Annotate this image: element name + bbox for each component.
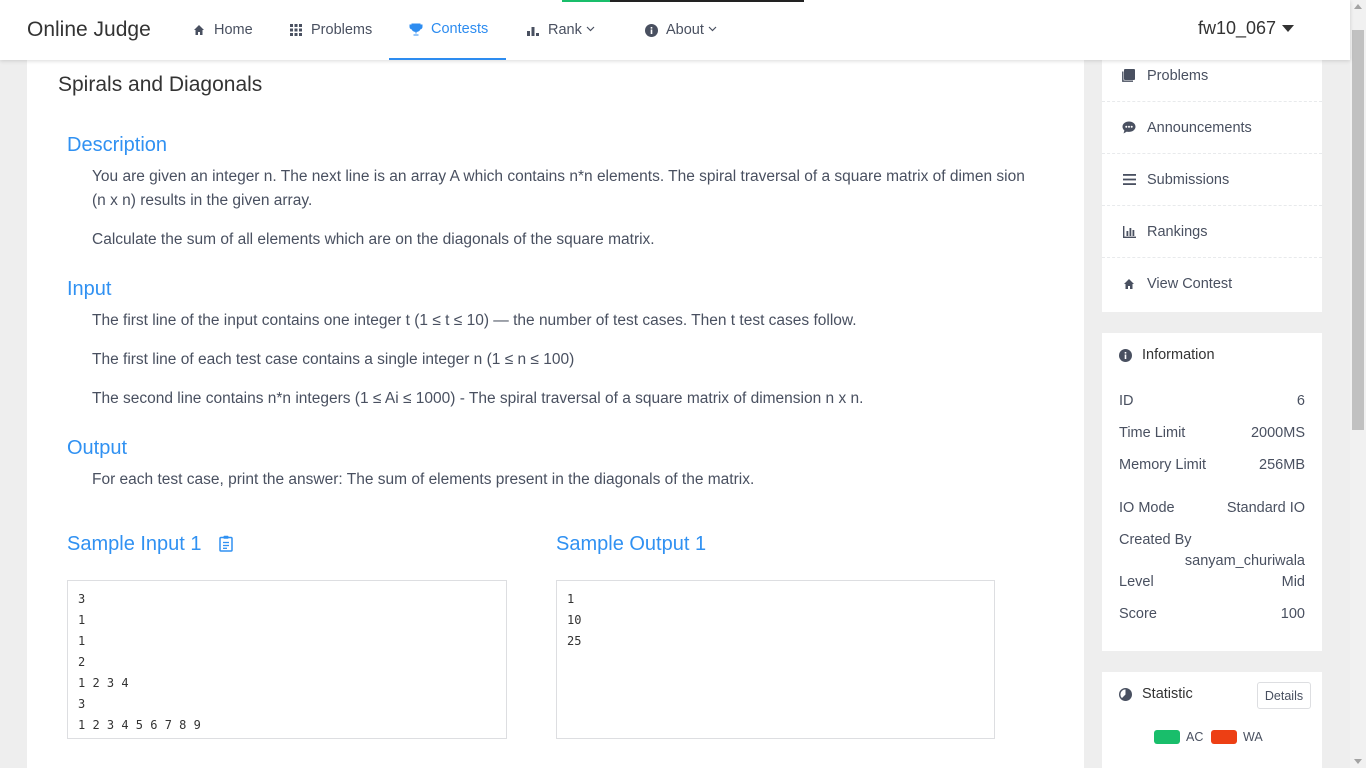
- output-heading: Output: [67, 437, 128, 459]
- trophy-icon: [407, 23, 425, 36]
- input-paragraph: The second line contains n*n integers (1…: [92, 390, 864, 407]
- scrollbar-thumb[interactable]: [1352, 30, 1364, 430]
- info-key: IO Mode: [1119, 500, 1175, 516]
- sample-input-box[interactable]: 3 1 1 2 1 2 3 4 3 1 2 3 4 5 6 7 8 9: [67, 580, 507, 739]
- legend-swatch: [1211, 730, 1237, 744]
- nav-contests[interactable]: Contests: [389, 0, 506, 60]
- info-value: 100: [1280, 606, 1305, 622]
- info-icon: [642, 23, 660, 37]
- sample-output-line: 25: [567, 634, 582, 648]
- top-navbar: Online Judge Home Problems Contests Rank…: [0, 0, 1350, 60]
- home-icon: [1121, 278, 1137, 290]
- nav-home-label: Home: [214, 22, 253, 38]
- list-icon: [1121, 174, 1137, 185]
- info-key: Time Limit: [1119, 425, 1186, 441]
- legend-label: WA: [1243, 730, 1263, 744]
- sample-input-line: 3: [78, 592, 86, 606]
- site-logo[interactable]: Online Judge: [27, 18, 151, 42]
- bar-chart-icon: [524, 24, 542, 36]
- menu-item-label: Problems: [1147, 67, 1209, 84]
- nav-about[interactable]: About: [642, 0, 717, 60]
- clipboard-icon[interactable]: [219, 535, 233, 558]
- problem-panel: Spirals and Diagonals Description You ar…: [27, 60, 1084, 768]
- sample-input-line: 2: [78, 655, 86, 669]
- legend-swatch: [1154, 730, 1180, 744]
- menu-item-submissions[interactable]: Submissions: [1102, 154, 1322, 206]
- nav-rank[interactable]: Rank: [524, 0, 595, 60]
- description-paragraph: You are given an integer n. The next lin…: [92, 168, 1025, 209]
- legend-label: AC: [1186, 730, 1204, 744]
- info-value: 2000MS: [1250, 425, 1305, 441]
- sample-input-line: 1: [78, 634, 86, 648]
- menu-item-announcements[interactable]: Announcements: [1102, 102, 1322, 154]
- chat-icon: [1121, 121, 1137, 134]
- info-value: Standard IO: [1226, 500, 1305, 516]
- details-button[interactable]: Details: [1257, 682, 1311, 709]
- menu-item-label: View Contest: [1147, 276, 1233, 292]
- menu-item-rankings[interactable]: Rankings: [1102, 206, 1322, 258]
- information-heading: Information: [1142, 347, 1215, 363]
- sample-input-line: 1 2 3 4 5 6 7 8 9: [78, 718, 201, 732]
- menu-item-label: Submissions: [1147, 171, 1230, 188]
- info-value: Mid: [1281, 574, 1305, 590]
- user-menu[interactable]: fw10_067: [1198, 18, 1295, 39]
- input-paragraph: The first line of each test case contain…: [92, 351, 575, 368]
- information-card: Information ID 6 Time Limit 2000MS Memor…: [1102, 333, 1322, 651]
- grid-icon: [287, 24, 305, 36]
- nav-about-label: About: [666, 22, 704, 38]
- sample-input-heading: Sample Input 1: [67, 533, 202, 555]
- legend-item-wa[interactable]: WA: [1211, 730, 1263, 744]
- scroll-up-arrow-icon[interactable]: [1354, 4, 1362, 9]
- info-key: ID: [1119, 393, 1134, 409]
- chevron-down-icon: [708, 24, 717, 34]
- output-paragraph: For each test case, print the answer: Th…: [92, 471, 755, 488]
- statistic-header: Statistic: [1119, 686, 1193, 702]
- information-header: Information: [1119, 347, 1215, 363]
- sample-input-header: Sample Input 1: [67, 533, 233, 558]
- menu-item-view-contest[interactable]: View Contest: [1102, 258, 1322, 310]
- sample-output-line: 10: [567, 613, 582, 627]
- nav-home[interactable]: Home: [190, 0, 253, 60]
- statistic-heading: Statistic: [1142, 686, 1193, 702]
- page-scrollbar[interactable]: [1350, 0, 1366, 768]
- caret-down-icon: [1282, 25, 1295, 32]
- info-key: Level: [1119, 574, 1154, 590]
- input-paragraph: The first line of the input contains one…: [92, 312, 857, 329]
- sample-input-line: 1 2 3 4: [78, 676, 129, 690]
- sample-output-heading: Sample Output 1: [556, 533, 707, 555]
- info-value: 6: [1296, 393, 1305, 409]
- nav-problems[interactable]: Problems: [287, 0, 372, 60]
- nav-contests-label: Contests: [431, 21, 489, 37]
- sample-output-line: 1: [567, 592, 575, 606]
- nav-rank-label: Rank: [548, 22, 582, 38]
- sample-output-box[interactable]: 1 10 25: [556, 580, 995, 739]
- contest-side-menu: Problems Announcements Submissions Ranki…: [1102, 50, 1322, 312]
- pie-chart-icon: [1119, 687, 1132, 701]
- legend-item-ac[interactable]: AC: [1154, 730, 1203, 744]
- info-value: 256MB: [1259, 457, 1305, 473]
- info-key: Memory Limit: [1119, 457, 1207, 473]
- book-icon: [1121, 69, 1137, 82]
- home-icon: [190, 24, 208, 36]
- info-value: sanyam_churiwala: [1184, 553, 1305, 569]
- menu-item-label: Rankings: [1147, 223, 1208, 240]
- statistic-card: Statistic Details AC WA: [1102, 672, 1322, 768]
- problem-title: Spirals and Diagonals: [58, 73, 263, 96]
- scroll-down-arrow-icon[interactable]: [1354, 759, 1362, 764]
- description-paragraph: Calculate the sum of all elements which …: [92, 231, 655, 248]
- nav-problems-label: Problems: [311, 22, 373, 38]
- username: fw10_067: [1198, 18, 1277, 38]
- bar-chart-icon: [1121, 225, 1137, 238]
- chevron-down-icon: [586, 24, 595, 34]
- sample-input-line: 3: [78, 697, 86, 711]
- info-key: Score: [1119, 606, 1157, 622]
- info-icon: [1119, 348, 1132, 362]
- input-heading: Input: [67, 278, 112, 300]
- menu-item-label: Announcements: [1147, 119, 1252, 136]
- info-key: Created By: [1119, 532, 1192, 548]
- sample-input-line: 1: [78, 613, 86, 627]
- description-heading: Description: [67, 134, 168, 156]
